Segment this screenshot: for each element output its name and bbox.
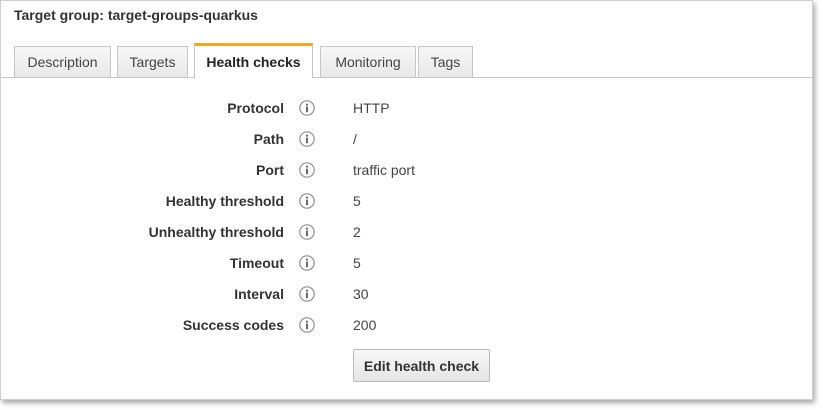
health-check-row-success-codes: Success codes 200 [1, 315, 812, 335]
info-icon[interactable] [299, 193, 315, 209]
tab-description[interactable]: Description [14, 46, 111, 77]
health-check-row-port: Port traffic port [1, 160, 812, 180]
edit-health-check-button[interactable]: Edit health check [353, 349, 490, 382]
info-icon[interactable] [299, 100, 315, 116]
target-group-panel: Target group: target-groups-quarkus Desc… [0, 0, 813, 400]
row-value: 200 [353, 317, 377, 333]
info-icon[interactable] [299, 255, 315, 271]
info-icon[interactable] [299, 286, 315, 302]
row-label: Unhealthy threshold [148, 224, 284, 240]
row-value: traffic port [353, 162, 415, 178]
row-value: HTTP [353, 100, 390, 116]
page-title: Target group: target-groups-quarkus [14, 7, 258, 23]
row-label: Healthy threshold [165, 193, 284, 209]
row-value: / [353, 131, 357, 147]
health-check-row-path: Path / [1, 129, 812, 149]
tab-monitoring[interactable]: Monitoring [320, 46, 416, 77]
health-check-row-unhealthy-threshold: Unhealthy threshold 2 [1, 222, 812, 242]
health-check-row-timeout: Timeout 5 [1, 253, 812, 273]
row-value: 5 [353, 193, 361, 209]
tab-targets[interactable]: Targets [117, 46, 188, 77]
row-label: Interval [234, 286, 284, 302]
tab-divider [1, 77, 812, 78]
row-value: 2 [353, 224, 361, 240]
info-icon[interactable] [299, 317, 315, 333]
row-label: Success codes [182, 317, 284, 333]
tab-health-checks[interactable]: Health checks [194, 43, 313, 78]
health-check-row-protocol: Protocol HTTP [1, 98, 812, 118]
info-icon[interactable] [299, 224, 315, 240]
row-value: 30 [353, 286, 369, 302]
row-label: Path [253, 131, 284, 147]
health-check-row-interval: Interval 30 [1, 284, 812, 304]
info-icon[interactable] [299, 162, 315, 178]
tab-tags[interactable]: Tags [418, 46, 473, 77]
health-check-row-healthy-threshold: Healthy threshold 5 [1, 191, 812, 211]
row-value: 5 [353, 255, 361, 271]
row-label: Timeout [229, 255, 284, 271]
row-label: Protocol [227, 100, 284, 116]
row-label: Port [256, 162, 284, 178]
info-icon[interactable] [299, 131, 315, 147]
